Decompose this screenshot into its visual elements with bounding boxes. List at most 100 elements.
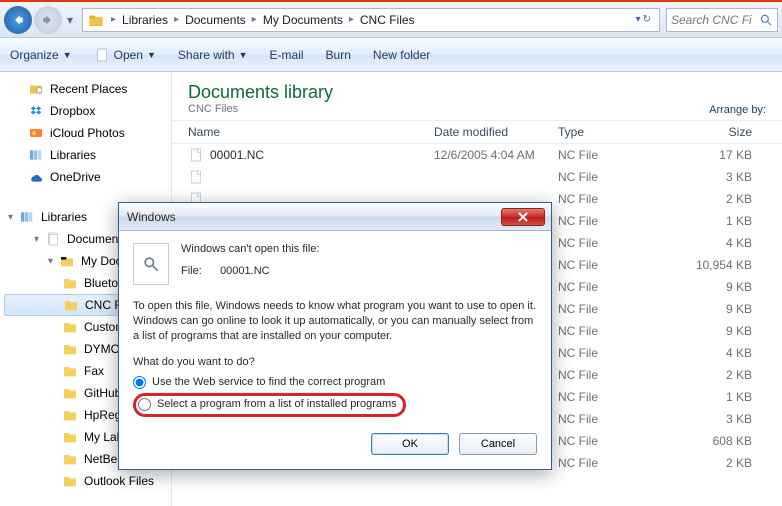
favorite-item[interactable]: Dropbox xyxy=(0,100,171,122)
libraries-icon xyxy=(19,209,35,225)
breadcrumb-seg[interactable]: Libraries xyxy=(118,13,172,27)
command-bar: Organize▼ Open▼ Share with▼ E-mail Burn … xyxy=(0,38,782,72)
file-type: NC File xyxy=(558,434,680,448)
favorite-label: Libraries xyxy=(50,148,96,162)
favorite-item[interactable]: OneDrive xyxy=(0,166,171,188)
file-name: 00001.NC xyxy=(210,148,434,162)
folder-icon xyxy=(62,385,78,401)
expand-icon[interactable]: ▾ xyxy=(8,212,19,223)
expand-icon[interactable]: ▾ xyxy=(34,234,45,245)
refresh-button[interactable]: ↻ xyxy=(643,14,651,25)
dialog-titlebar[interactable]: Windows xyxy=(119,203,551,231)
file-name: 00001.NC xyxy=(220,265,270,277)
close-icon xyxy=(518,212,528,222)
breadcrumb-seg[interactable]: My Documents xyxy=(259,13,347,27)
file-size: 4 KB xyxy=(680,346,752,360)
folder-icon xyxy=(62,363,78,379)
file-size: 17 KB xyxy=(680,148,752,162)
recent-icon xyxy=(28,81,44,97)
breadcrumb-seg[interactable]: Documents xyxy=(181,13,250,27)
folder-icon xyxy=(62,275,78,291)
file-type: NC File xyxy=(558,346,680,360)
unknown-file-icon xyxy=(133,243,169,285)
new-folder-button[interactable]: New folder xyxy=(373,48,430,62)
libraries-label: Libraries xyxy=(41,210,87,224)
file-type: NC File xyxy=(558,236,680,250)
cancel-button[interactable]: Cancel xyxy=(459,433,537,455)
dialog-paragraph: To open this file, Windows needs to know… xyxy=(133,299,537,344)
option-web-service[interactable]: Use the Web service to find the correct … xyxy=(133,376,537,389)
folder-stack-icon xyxy=(87,11,105,29)
file-type: NC File xyxy=(558,280,680,294)
breadcrumb-seg[interactable]: CNC Files xyxy=(356,13,419,27)
file-icon xyxy=(188,147,204,163)
folder-icon xyxy=(62,451,78,467)
folder-icon xyxy=(59,253,75,269)
burn-button[interactable]: Burn xyxy=(326,48,351,62)
history-dropdown[interactable]: ▾ xyxy=(64,13,76,27)
close-button[interactable] xyxy=(501,208,545,226)
file-size: 10,954 KB xyxy=(680,258,752,272)
file-size: 9 KB xyxy=(680,302,752,316)
file-size: 9 KB xyxy=(680,324,752,338)
col-date[interactable]: Date modified xyxy=(434,125,558,139)
dropbox-icon xyxy=(28,103,44,119)
file-type: NC File xyxy=(558,456,680,470)
option-program-list[interactable]: Select a program from a list of installe… xyxy=(138,398,397,411)
radio-web[interactable] xyxy=(133,376,146,389)
file-date: 12/6/2005 4:04 AM xyxy=(434,148,558,162)
folder-label: Fax xyxy=(84,364,104,378)
open-button[interactable]: Open▼ xyxy=(94,47,156,63)
search-input[interactable] xyxy=(671,13,759,27)
col-type[interactable]: Type xyxy=(558,125,680,139)
file-size: 1 KB xyxy=(680,390,752,404)
folder-icon xyxy=(62,473,78,489)
file-type: NC File xyxy=(558,214,680,228)
breadcrumb[interactable]: ▸ Libraries▸ Documents▸ My Documents▸ CN… xyxy=(82,8,660,32)
open-with-dialog: Windows Windows can't open this file: Fi… xyxy=(118,202,552,470)
forward-button[interactable] xyxy=(34,6,62,34)
file-type: NC File xyxy=(558,148,680,162)
dialog-headline: Windows can't open this file: xyxy=(181,243,319,255)
onedrive-icon xyxy=(28,169,44,185)
back-button[interactable] xyxy=(4,6,32,34)
arrow-right-icon xyxy=(41,13,55,27)
file-size: 2 KB xyxy=(680,192,752,206)
file-size: 2 KB xyxy=(680,456,752,470)
favorite-label: Recent Places xyxy=(50,82,127,96)
file-size: 3 KB xyxy=(680,412,752,426)
file-size: 3 KB xyxy=(680,170,752,184)
folder-icon xyxy=(62,429,78,445)
file-icon xyxy=(188,169,204,185)
organize-menu[interactable]: Organize▼ xyxy=(10,48,72,62)
col-size[interactable]: Size xyxy=(680,125,752,139)
radio-list[interactable] xyxy=(138,398,151,411)
file-row[interactable]: NC File3 KB xyxy=(172,166,782,188)
file-type: NC File xyxy=(558,258,680,272)
breadcrumb-dropdown[interactable]: ▾ xyxy=(636,14,641,25)
documents-icon xyxy=(45,231,61,247)
tree-folder[interactable]: Outlook Files xyxy=(0,470,171,492)
expand-icon[interactable]: ▾ xyxy=(48,256,59,267)
folder-icon xyxy=(63,297,79,313)
favorite-item[interactable]: Recent Places xyxy=(0,78,171,100)
magnifier-page-icon xyxy=(141,254,161,274)
col-name[interactable]: Name xyxy=(188,125,434,139)
icloud-icon xyxy=(28,125,44,141)
email-button[interactable]: E-mail xyxy=(270,48,304,62)
file-type: NC File xyxy=(558,170,680,184)
file-type: NC File xyxy=(558,302,680,316)
arrange-by-menu[interactable]: Arrange by: xyxy=(709,82,766,116)
search-box[interactable] xyxy=(666,8,778,32)
library-subtitle: CNC Files xyxy=(188,103,709,115)
ok-button[interactable]: OK xyxy=(371,433,449,455)
favorite-label: iCloud Photos xyxy=(50,126,125,140)
address-bar: ▾ ▸ Libraries▸ Documents▸ My Documents▸ … xyxy=(0,2,782,38)
favorite-item[interactable]: iCloud Photos xyxy=(0,122,171,144)
favorite-item[interactable]: Libraries xyxy=(0,144,171,166)
arrow-left-icon xyxy=(11,13,25,27)
folder-label: GitHub xyxy=(84,386,121,400)
favorite-label: OneDrive xyxy=(50,170,101,184)
file-row[interactable]: 00001.NC12/6/2005 4:04 AMNC File17 KB xyxy=(172,144,782,166)
share-menu[interactable]: Share with▼ xyxy=(178,48,248,62)
